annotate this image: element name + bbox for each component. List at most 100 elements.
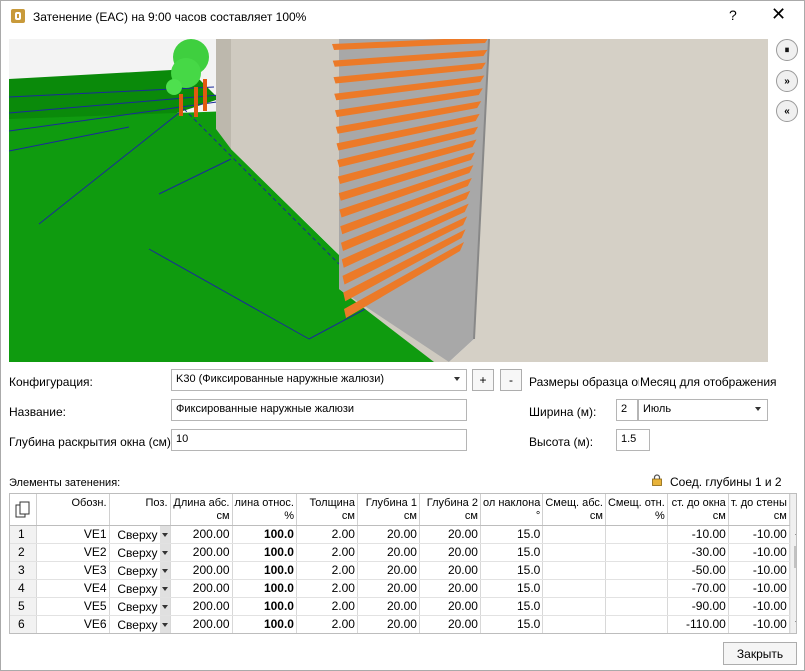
table-cell[interactable]: -10.00 — [728, 543, 790, 562]
table-cell[interactable]: 20.00 — [357, 597, 420, 616]
scroll-thumb[interactable] — [794, 546, 796, 568]
table-cell[interactable]: -10.00 — [728, 579, 790, 598]
column-header[interactable]: Обозн. — [36, 494, 110, 526]
position-dropdown[interactable]: Сверху — [109, 525, 171, 544]
shading-3d-viewport[interactable] — [9, 39, 768, 362]
grid-scrollbar[interactable] — [790, 494, 796, 633]
table-cell[interactable]: VE6 — [36, 615, 110, 633]
column-header[interactable]: Поз. — [109, 494, 171, 526]
column-header[interactable]: Длина абс. см — [170, 494, 233, 526]
table-cell[interactable]: VE1 — [36, 525, 110, 544]
table-cell[interactable]: -30.00 — [667, 543, 729, 562]
column-header[interactable]: Глубина 1 см — [357, 494, 420, 526]
table-row[interactable]: 1 VE1 Сверху 200.00 100.0 2.00 20.00 20.00 15.0-… — [10, 525, 790, 544]
width-input[interactable]: 2 — [616, 399, 638, 421]
column-header[interactable]: Смещ. отн.% — [605, 494, 668, 526]
column-header[interactable]: Смещ. абс. см — [542, 494, 606, 526]
table-cell[interactable] — [605, 543, 668, 562]
forward-button[interactable]: » — [776, 70, 798, 92]
table-cell[interactable]: 20.00 — [419, 597, 481, 616]
table-cell[interactable]: -10.00 — [728, 597, 790, 616]
chevron-down-icon[interactable] — [159, 543, 169, 560]
table-cell[interactable]: 20.00 — [419, 561, 481, 580]
table-cell[interactable]: -10.00 — [728, 525, 790, 544]
table-cell[interactable]: 15.0 — [480, 597, 544, 616]
position-dropdown[interactable]: Сверху — [109, 543, 171, 562]
copy-column-header[interactable] — [10, 494, 37, 526]
table-cell[interactable]: -90.00 — [667, 597, 729, 616]
table-cell[interactable] — [542, 525, 606, 544]
table-cell[interactable]: 15.0 — [480, 615, 544, 633]
table-cell[interactable]: 20.00 — [357, 615, 420, 633]
table-cell[interactable] — [542, 579, 606, 598]
column-header[interactable]: т. до стены см — [728, 494, 790, 526]
table-cell[interactable]: 15.0 — [480, 525, 544, 544]
table-row[interactable]: 3 VE3 Сверху 200.00 100.0 2.00 20.00 20.00 15.0-… — [10, 561, 790, 580]
back-button[interactable]: « — [776, 100, 798, 122]
row-number[interactable]: 6 — [10, 615, 37, 633]
table-cell[interactable] — [542, 543, 606, 562]
position-dropdown[interactable]: Сверху — [109, 615, 171, 633]
chevron-down-icon[interactable] — [159, 525, 169, 542]
help-button[interactable]: ? — [729, 7, 737, 23]
table-cell[interactable]: 200.00 — [170, 525, 233, 544]
table-cell[interactable]: -50.00 — [667, 561, 729, 580]
table-cell[interactable]: 100.0 — [232, 525, 297, 544]
position-dropdown[interactable]: Сверху — [109, 597, 171, 616]
table-cell[interactable]: 2.00 — [296, 579, 358, 598]
table-cell[interactable]: 200.00 — [170, 597, 233, 616]
table-cell[interactable]: -70.00 — [667, 579, 729, 598]
remove-config-button[interactable]: - — [500, 369, 522, 391]
scroll-up-icon[interactable] — [795, 530, 796, 535]
table-cell[interactable] — [605, 525, 668, 544]
column-header[interactable]: Глубина 2 см — [419, 494, 481, 526]
table-cell[interactable]: 15.0 — [480, 579, 544, 598]
table-cell[interactable]: 20.00 — [357, 561, 420, 580]
table-row[interactable]: 6 VE6 Сверху 200.00 100.0 2.00 20.00 20.00 15.0-… — [10, 615, 790, 633]
table-cell[interactable]: 100.0 — [232, 615, 297, 633]
table-cell[interactable]: 200.00 — [170, 561, 233, 580]
name-input[interactable]: Фиксированные наружные жалюзи — [171, 399, 467, 421]
table-cell[interactable]: 20.00 — [357, 579, 420, 598]
table-cell[interactable] — [542, 615, 606, 633]
table-cell[interactable]: 2.00 — [296, 561, 358, 580]
column-header[interactable]: Толщина см — [296, 494, 358, 526]
table-cell[interactable]: VE3 — [36, 561, 110, 580]
table-row[interactable]: 5 VE5 Сверху 200.00 100.0 2.00 20.00 20.00 15.0-… — [10, 597, 790, 616]
table-cell[interactable]: 15.0 — [480, 543, 544, 562]
table-cell[interactable]: 2.00 — [296, 525, 358, 544]
table-cell[interactable]: 20.00 — [419, 615, 481, 633]
table-cell[interactable]: -110.00 — [667, 615, 729, 633]
month-combobox[interactable]: Июль — [638, 399, 768, 421]
column-header[interactable]: ол наклона ° — [480, 494, 544, 526]
table-cell[interactable]: 2.00 — [296, 615, 358, 633]
table-row[interactable]: 2 VE2 Сверху 200.00 100.0 2.00 20.00 20.00 15.0-… — [10, 543, 790, 562]
config-combobox[interactable]: K30 (Фиксированные наружные жалюзи) — [171, 369, 467, 391]
position-dropdown[interactable]: Сверху — [109, 561, 171, 580]
add-config-button[interactable]: + — [472, 369, 494, 391]
row-number[interactable]: 1 — [10, 525, 37, 544]
table-cell[interactable]: -10.00 — [728, 561, 790, 580]
table-cell[interactable]: 20.00 — [419, 579, 481, 598]
table-cell[interactable]: 2.00 — [296, 597, 358, 616]
pause-button[interactable]: ⏸ — [776, 39, 798, 61]
table-cell[interactable]: 200.00 — [170, 543, 233, 562]
table-cell[interactable]: VE5 — [36, 597, 110, 616]
row-number[interactable]: 3 — [10, 561, 37, 580]
column-header[interactable]: ст. до окна см — [667, 494, 729, 526]
table-cell[interactable] — [542, 597, 606, 616]
table-cell[interactable]: 100.0 — [232, 579, 297, 598]
column-header[interactable]: лина относ.% — [232, 494, 297, 526]
chevron-down-icon[interactable] — [159, 597, 169, 614]
position-dropdown[interactable]: Сверху — [109, 579, 171, 598]
table-cell[interactable]: 100.0 — [232, 561, 297, 580]
table-row[interactable]: 4 VE4 Сверху 200.00 100.0 2.00 20.00 20.00 15.0-… — [10, 579, 790, 598]
scroll-down-icon[interactable] — [795, 621, 796, 626]
table-cell[interactable]: 15.0 — [480, 561, 544, 580]
table-cell[interactable] — [605, 579, 668, 598]
depth-input[interactable]: 10 — [171, 429, 467, 451]
chevron-down-icon[interactable] — [159, 615, 169, 632]
table-cell[interactable]: -10.00 — [667, 525, 729, 544]
copy-icon[interactable] — [15, 501, 31, 519]
table-cell[interactable] — [542, 561, 606, 580]
